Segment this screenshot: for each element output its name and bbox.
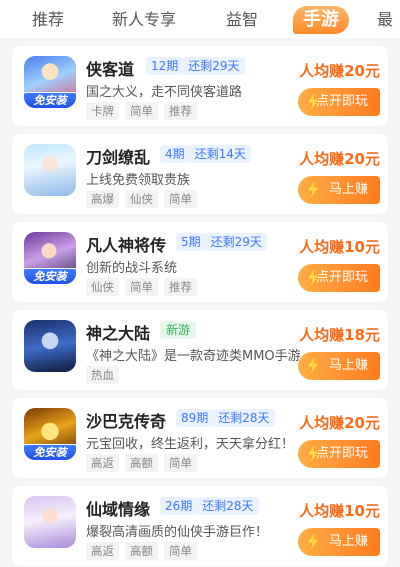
- tab-mobile-games[interactable]: 手游: [293, 6, 349, 34]
- lightning-icon: [306, 266, 320, 290]
- average-earnings: 人均赚10元: [299, 502, 380, 520]
- period-label: 4期: [160, 145, 190, 163]
- swordswoman-icon: 免安装: [24, 232, 76, 284]
- tag-list: 卡牌 简单 推荐: [86, 102, 197, 120]
- tag-list: 高爆 仙侠 简单: [86, 190, 197, 208]
- game-name: 沙巴克传奇: [86, 412, 167, 431]
- lightning-icon: [306, 90, 320, 114]
- tag: 简单: [164, 190, 197, 208]
- average-earnings: 人均赚20元: [299, 414, 380, 432]
- game-card[interactable]: 免安装 沙巴克传奇 89期 还剩28天 元宝回收，终生返利，天天拿分红！ 高返 高…: [12, 398, 388, 478]
- game-description: 《神之大陆》是一款奇迹类MMO手游: [86, 349, 300, 364]
- game-card[interactable]: 刀剑缭乱 4期 还剩14天 上线免费领取贵族 高爆 仙侠 简单 人均赚20元 马上…: [12, 134, 388, 214]
- tag-list: 高返 高额 简单: [86, 454, 197, 472]
- tag: 简单: [125, 102, 158, 120]
- game-description: 元宝回收，终生返利，天天拿分红！: [86, 437, 295, 452]
- lightning-icon: [306, 530, 320, 554]
- tag: 简单: [164, 454, 197, 472]
- tag: 热血: [86, 366, 119, 384]
- tab-puzzle[interactable]: 益智: [226, 8, 258, 32]
- earn-now-button[interactable]: 马上赚: [298, 528, 380, 556]
- period-info: 89期 还剩28天: [176, 409, 275, 427]
- remaining-days: 还剩28天: [197, 497, 259, 515]
- period-info: 12期 还剩29天: [146, 57, 245, 75]
- game-name: 仙域情缘: [86, 500, 151, 519]
- action-label: 点开即玩: [315, 446, 368, 461]
- tag-list: 高返 高额 简单: [86, 542, 197, 560]
- tab-newcomer[interactable]: 新人专享: [112, 8, 176, 32]
- knight-armor-icon: [24, 320, 76, 372]
- warrior-hero-icon: 免安装: [24, 56, 76, 108]
- average-earnings: 人均赚18元: [299, 326, 380, 344]
- tag: 高返: [86, 454, 119, 472]
- action-label: 马上赚: [328, 182, 368, 197]
- lightning-icon: [306, 354, 320, 378]
- action-label: 马上赚: [328, 358, 368, 373]
- remaining-days: 还剩29天: [205, 233, 267, 251]
- new-game-badge: 新游: [160, 321, 197, 339]
- remaining-days: 还剩28天: [213, 409, 275, 427]
- lightning-icon: [306, 442, 320, 466]
- tag: 简单: [125, 278, 158, 296]
- tag: 卡牌: [86, 102, 119, 120]
- lightning-icon: [306, 178, 320, 202]
- period-label: 26期: [160, 497, 198, 515]
- period-info: 4期 还剩14天: [160, 145, 251, 163]
- play-now-button[interactable]: 点开即玩: [298, 264, 380, 292]
- remaining-days: 还剩29天: [183, 57, 245, 75]
- fairy-girl-icon: [24, 144, 76, 196]
- earn-now-button[interactable]: 马上赚: [298, 176, 380, 204]
- game-card[interactable]: 免安装 侠客道 12期 还剩29天 国之大义，走不同侠客道路 卡牌 简单 推荐 人…: [12, 46, 388, 126]
- action-label: 点开即玩: [315, 94, 368, 109]
- no-install-badge: 免安装: [24, 92, 76, 108]
- tag: 推荐: [164, 102, 197, 120]
- tag: 仙侠: [86, 278, 119, 296]
- period-label: 12期: [146, 57, 184, 75]
- tag: 高返: [86, 542, 119, 560]
- game-name: 侠客道: [86, 60, 135, 79]
- game-description: 国之大义，走不同侠客道路: [86, 85, 243, 100]
- game-name: 刀剑缭乱: [86, 148, 151, 167]
- no-install-badge: 免安装: [24, 268, 76, 284]
- no-install-badge: 免安装: [24, 444, 76, 460]
- game-description: 创新的战斗系统: [86, 261, 178, 276]
- game-card[interactable]: 神之大陆 新游 《神之大陆》是一款奇迹类MMO手游 热血 人均赚18元 马上赚: [12, 310, 388, 390]
- tab-more[interactable]: 最: [377, 8, 393, 32]
- game-card[interactable]: 仙域情缘 26期 还剩28天 爆裂高清画质的仙侠手游巨作！ 高返 高额 简单 人均…: [12, 486, 388, 566]
- play-now-button[interactable]: 点开即玩: [298, 88, 380, 116]
- tag: 高额: [125, 542, 158, 560]
- period-label: 5期: [176, 233, 206, 251]
- tag-list: 仙侠 简单 推荐: [86, 278, 197, 296]
- average-earnings: 人均赚20元: [299, 150, 380, 168]
- game-card[interactable]: 免安装 凡人神将传 5期 还剩29天 创新的战斗系统 仙侠 简单 推荐 人均赚10…: [12, 222, 388, 302]
- tag: 推荐: [164, 278, 197, 296]
- tag: 高额: [125, 454, 158, 472]
- tab-recommend[interactable]: 推荐: [32, 8, 64, 32]
- tag: 高爆: [86, 190, 119, 208]
- game-description: 爆裂高清画质的仙侠手游巨作！: [86, 525, 269, 540]
- period-label: 89期: [176, 409, 214, 427]
- average-earnings: 人均赚10元: [299, 238, 380, 256]
- remaining-days: 还剩14天: [189, 145, 251, 163]
- game-description: 上线免费领取贵族: [86, 173, 191, 188]
- tag: 仙侠: [125, 190, 158, 208]
- period-info: 新游: [160, 321, 197, 339]
- action-label: 点开即玩: [315, 270, 368, 285]
- gold-treasure-icon: 免安装: [24, 408, 76, 460]
- period-info: 26期 还剩28天: [160, 497, 259, 515]
- action-label: 马上赚: [328, 534, 368, 549]
- period-info: 5期 还剩29天: [176, 233, 267, 251]
- category-tab-bar: 推荐 新人专享 益智 手游 最: [0, 0, 400, 38]
- tag-list: 热血: [86, 366, 119, 384]
- play-now-button[interactable]: 点开即玩: [298, 440, 380, 468]
- fairy-lady-icon: [24, 496, 76, 548]
- average-earnings: 人均赚20元: [299, 62, 380, 80]
- earn-now-button[interactable]: 马上赚: [298, 352, 380, 380]
- game-name: 凡人神将传: [86, 236, 167, 255]
- tag: 简单: [164, 542, 197, 560]
- game-name: 神之大陆: [86, 324, 151, 343]
